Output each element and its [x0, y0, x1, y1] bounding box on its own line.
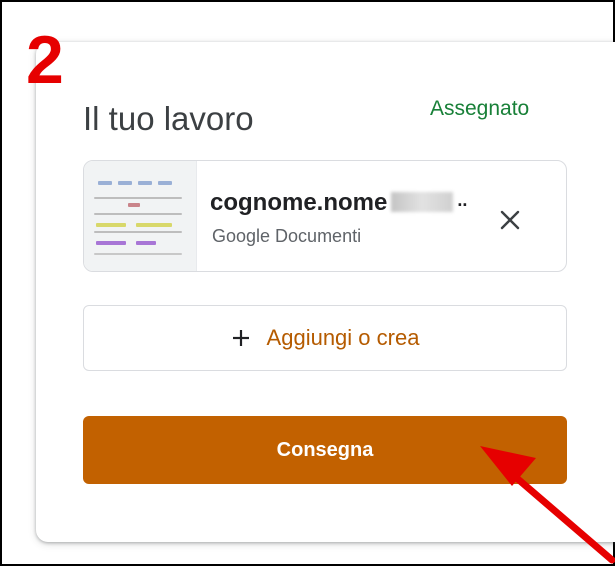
document-thumbnail[interactable]	[84, 161, 197, 271]
submit-label: Consegna	[276, 438, 374, 461]
redacted-name-part	[391, 192, 454, 212]
step-number: 2	[26, 22, 64, 98]
remove-attachment-button[interactable]	[494, 204, 526, 236]
attachment-card[interactable]: cognome.nome.. Google Documenti	[83, 160, 567, 272]
file-name[interactable]: cognome.nome..	[210, 189, 467, 217]
close-icon	[500, 210, 520, 230]
add-or-create-label: Aggiungi o crea	[266, 325, 420, 350]
file-type: Google Documenti	[212, 226, 362, 246]
truncation-ellipsis: ..	[457, 190, 468, 210]
submit-button[interactable]: Consegna	[83, 416, 567, 484]
card-title: Il tuo lavoro	[83, 100, 254, 137]
add-or-create-button[interactable]: Aggiungi o crea	[83, 305, 567, 371]
assignment-status: Assegnato	[430, 97, 530, 120]
plus-icon	[232, 330, 249, 346]
file-name-text: cognome.nome	[210, 189, 388, 216]
